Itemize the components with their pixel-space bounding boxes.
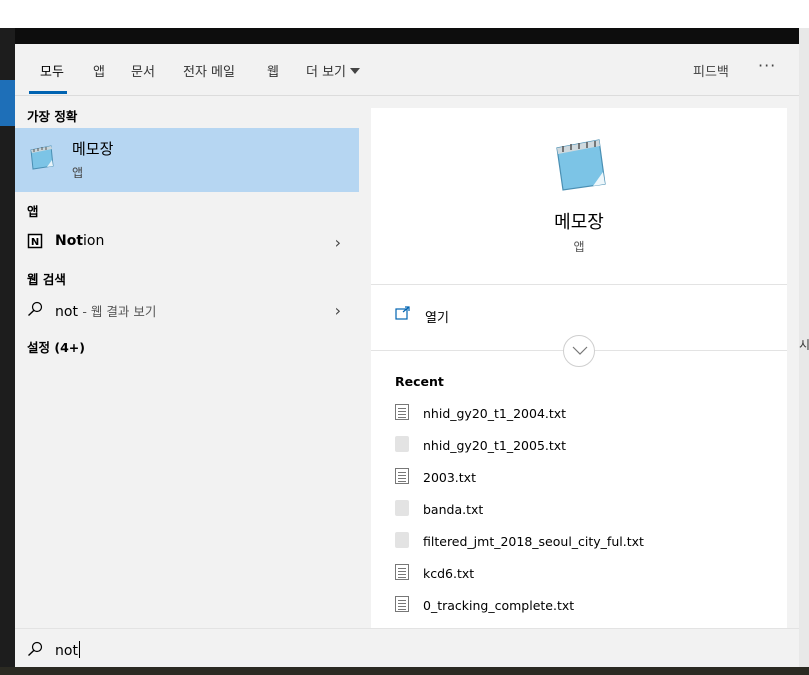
web-search-heading: 웹 검색 [27,272,66,287]
search-box[interactable]: not [15,628,799,667]
feedback-button[interactable]: 피드백 [693,61,729,80]
tab-all[interactable]: 모두 [40,61,64,80]
open-icon [395,306,410,320]
preview-app-type: 앱 [573,240,585,254]
recent-file-item[interactable]: kcd6.txt [395,564,785,586]
tab-bar: 모두 앱 문서 전자 메일 웹 더 보기 피드백 ··· [15,44,799,96]
results-list: 가장 정확 메모장 앱 앱 N Notion › 웹 검색 not - 웹 결과… [15,97,359,628]
preview-pane: 메모장 앱 열기 Recent nhid_gy20_t1_2004.txtnhi… [371,108,787,628]
preview-app-name: 메모장 [554,212,604,233]
recent-file-item[interactable]: banda.txt [395,500,785,522]
recent-file-item[interactable]: 0_tracking_complete.txt [395,596,785,618]
tab-more-label: 더 보기 [306,65,347,80]
notion-icon: N [27,233,43,249]
recent-file-name: 0_tracking_complete.txt [423,598,575,613]
desktop-left-edge [0,28,15,675]
notepad-icon [556,139,606,191]
expand-button[interactable] [563,335,595,367]
text-file-icon [395,564,409,580]
web-result[interactable]: not - 웹 결과 보기 › [15,295,359,325]
chevron-down-icon [572,346,588,355]
best-match-item[interactable]: 메모장 앱 [15,128,359,192]
search-panel: 모두 앱 문서 전자 메일 웹 더 보기 피드백 ··· 가장 정확 메모장 앱… [15,28,799,667]
file-placeholder-icon [395,500,409,516]
web-result-suffix: - 웹 결과 보기 [82,304,157,319]
best-match-type: 앱 [72,166,84,180]
more-options-button[interactable]: ··· [758,56,776,75]
web-query: not [55,304,78,320]
tab-web[interactable]: 웹 [267,61,279,80]
recent-file-name: kcd6.txt [423,566,475,581]
app-result-notion[interactable]: N Notion › [15,227,359,257]
recent-file-name: banda.txt [423,502,484,517]
settings-heading[interactable]: 설정 (4+) [27,337,85,356]
panel-top-bar [15,28,799,44]
recent-heading: Recent [395,374,444,389]
text-file-icon [395,596,409,612]
active-tab-indicator [29,91,67,94]
svg-text:N: N [31,237,39,248]
search-input[interactable]: not [55,641,80,659]
search-icon [28,301,43,317]
chevron-down-icon [350,68,361,74]
tab-documents[interactable]: 문서 [131,61,155,80]
search-input-value: not [55,643,78,659]
web-result-text: not - 웹 결과 보기 [55,301,156,320]
desktop-highlight [0,80,15,126]
notepad-icon [30,145,54,170]
tab-email[interactable]: 전자 메일 [183,61,235,80]
recent-file-name: nhid_gy20_t1_2005.txt [423,438,567,453]
desktop-right-text: 시 [799,338,809,352]
chevron-right-icon[interactable]: › [335,301,341,320]
best-match-heading: 가장 정확 [27,109,78,124]
app-result-name: Notion [55,233,104,249]
tab-more[interactable]: 더 보기 [306,61,361,80]
file-placeholder-icon [395,532,409,548]
best-match-name: 메모장 [72,140,114,158]
recent-file-item[interactable]: filtered_jmt_2018_seoul_city_ful.txt [395,532,785,554]
open-label: 열기 [425,311,449,326]
recent-file-name: nhid_gy20_t1_2004.txt [423,406,567,421]
text-file-icon [395,468,409,484]
search-icon [28,641,43,657]
recent-file-item[interactable]: nhid_gy20_t1_2004.txt [395,404,785,426]
taskbar-edge [0,667,809,675]
recent-file-name: 2003.txt [423,470,476,485]
tab-apps[interactable]: 앱 [93,61,105,80]
text-file-icon [395,404,409,420]
recent-file-item[interactable]: 2003.txt [395,468,785,490]
chevron-right-icon[interactable]: › [335,233,341,252]
file-placeholder-icon [395,436,409,452]
text-cursor [78,641,80,658]
recent-file-item[interactable]: nhid_gy20_t1_2005.txt [395,436,785,458]
app-name-match: Not [55,233,84,249]
apps-heading: 앱 [27,204,39,219]
app-name-rest: ion [83,233,105,249]
recent-file-name: filtered_jmt_2018_seoul_city_ful.txt [423,534,644,549]
